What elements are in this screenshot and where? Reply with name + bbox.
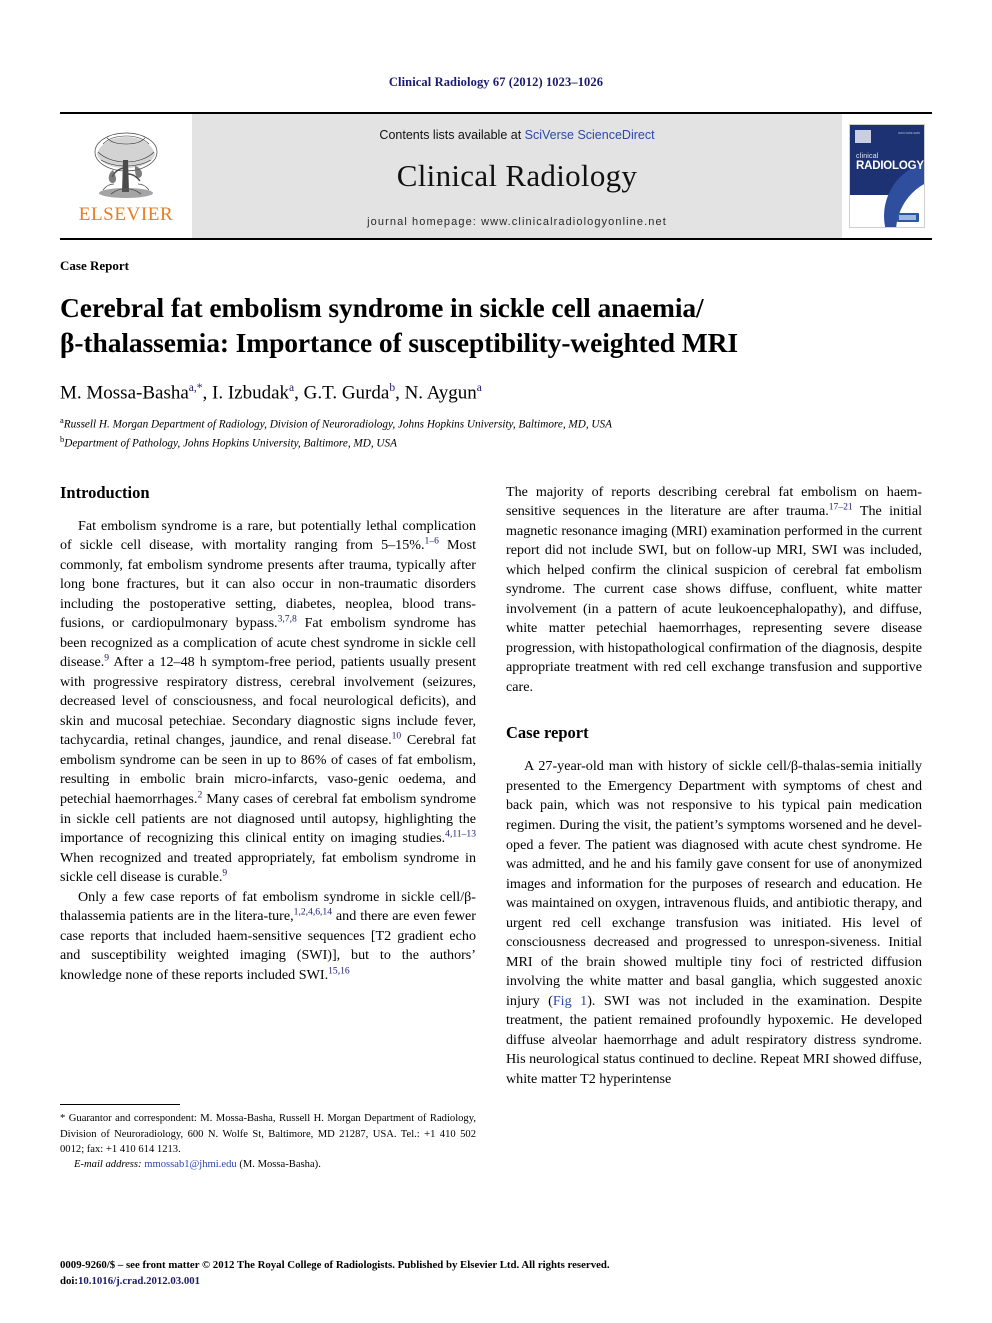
citation-ref[interactable]: 1–6 <box>425 536 439 547</box>
doi-label: doi: <box>60 1274 78 1287</box>
right-column: The majority of reports describing cereb… <box>506 483 922 1173</box>
citation-ref[interactable]: 1,2,4,6,14 <box>294 906 332 917</box>
cover-issue-text: ISSN 0009-9260 <box>897 131 920 135</box>
title-line-2: β-thalassemia: Importance of susceptibil… <box>60 327 738 359</box>
title-line-1: Cerebral fat embolism syndrome in sickle… <box>60 292 704 323</box>
author-marks: a,* <box>188 382 203 395</box>
paragraph-intro-3: The majority of reports describing cereb… <box>506 483 922 698</box>
text-run: A 27-year-old man with history of sickle… <box>506 758 922 1009</box>
page-title: Cerebral fat embolism syndrome in sickle… <box>60 290 932 360</box>
author-list: M. Mossa-Bashaa,*, I. Izbudaka, G.T. Gur… <box>60 382 482 404</box>
contents-available-line: Contents lists available at SciVerse Sci… <box>379 128 654 142</box>
author-marks: a <box>476 382 482 395</box>
author-marks: b <box>389 382 396 395</box>
citation-ref[interactable]: 15,16 <box>328 965 350 976</box>
elsevier-logo: ELSEVIER <box>60 114 192 238</box>
footnote-body: Guarantor and correspondent: M. Mossa-Ba… <box>60 1113 476 1156</box>
citation-ref[interactable]: 9 <box>222 867 227 878</box>
journal-title: Clinical Radiology <box>396 158 638 193</box>
author-name[interactable]: G.T. Gurda <box>304 383 390 404</box>
citation-ref[interactable]: 10 <box>392 731 402 742</box>
email-address-suffix: (M. Mossa-Basha). <box>236 1159 321 1171</box>
journal-masthead: ELSEVIER Contents lists available at Sci… <box>60 112 932 240</box>
text-run: When recognized and treated appropriatel… <box>60 849 476 886</box>
text-run: Fat embolism syndrome is a rare, but pot… <box>60 517 476 554</box>
cover-image: ISSN 0009-9260 clinical RADIOLOGY <box>849 124 925 228</box>
article-body: Introduction Fat embolism syndrome is a … <box>60 483 932 1173</box>
paragraph-intro-2: Only a few case reports of fat embolism … <box>60 888 476 986</box>
running-head: Clinical Radiology 67 (2012) 1023–1026 <box>388 75 604 89</box>
contents-prefix: Contents lists available at <box>379 128 525 142</box>
paragraph-intro-1: Fat embolism syndrome is a rare, but pot… <box>60 517 476 888</box>
left-column: Introduction Fat embolism syndrome is a … <box>60 483 476 1173</box>
footnote-correspondence-text: * Guarantor and correspondent: M. Mossa-… <box>60 1111 476 1157</box>
citation-ref[interactable]: 17–21 <box>829 502 853 513</box>
section-heading-introduction: Introduction <box>60 482 150 502</box>
affiliation-item: aRussell H. Morgan Department of Radiolo… <box>60 414 932 434</box>
email-address-value[interactable]: mmossab1@jhmi.edu <box>144 1159 236 1170</box>
author-name[interactable]: N. Aygun <box>405 383 477 404</box>
cover-rcr-logo-icon <box>855 130 871 143</box>
paragraph-case-1: A 27-year-old man with history of sickle… <box>506 757 922 1089</box>
author-marks: a <box>289 382 295 395</box>
doi-value[interactable]: 10.1016/j.crad.2012.03.001 <box>78 1275 200 1287</box>
article-type-label: Case Report <box>60 258 129 273</box>
cover-title-line2: RADIOLOGY <box>856 160 924 172</box>
citation-ref[interactable]: 4,11–13 <box>445 828 476 839</box>
footnote-email-line: E-mail address: mmossab1@jhmi.edu (M. Mo… <box>60 1157 476 1172</box>
doi-line: doi:10.1016/j.crad.2012.03.001 <box>60 1273 940 1289</box>
citation-ref[interactable]: 3,7,8 <box>278 614 297 625</box>
email-address-label: E-mail address: <box>74 1159 142 1171</box>
elsevier-wordmark: ELSEVIER <box>78 203 174 225</box>
copyright-block: 0009-9260/$ – see front matter © 2012 Th… <box>60 1257 940 1289</box>
journal-banner: Contents lists available at SciVerse Sci… <box>192 114 842 238</box>
author-name[interactable]: M. Mossa-Basha <box>60 383 189 404</box>
affiliation-item: bDepartment of Pathology, Johns Hopkins … <box>60 433 932 453</box>
cover-publisher-badge-icon <box>897 213 919 222</box>
affiliation-list: aRussell H. Morgan Department of Radiolo… <box>60 414 932 453</box>
figure-1-link[interactable]: Fig 1 <box>553 993 587 1009</box>
affiliation-text: Russell H. Morgan Department of Radiolog… <box>63 418 612 431</box>
text-run: The initial magnetic resonance imaging (… <box>506 503 922 695</box>
footnote-divider <box>60 1104 180 1106</box>
sciencedirect-link[interactable]: SciVerse ScienceDirect <box>525 128 655 142</box>
author-name[interactable]: I. Izbudak <box>212 383 289 404</box>
journal-homepage-link[interactable]: journal homepage: www.clinicalradiologyo… <box>367 216 667 228</box>
paper-page: Clinical Radiology 67 (2012) 1023–1026 E… <box>0 0 992 1323</box>
correspondence-footnote: * Guarantor and correspondent: M. Mossa-… <box>60 1104 476 1172</box>
elsevier-tree-icon <box>94 132 158 198</box>
journal-cover-thumbnail: ISSN 0009-9260 clinical RADIOLOGY <box>842 114 932 238</box>
copyright-line: 0009-9260/$ – see front matter © 2012 Th… <box>60 1258 610 1271</box>
cover-title-line1: clinical <box>856 153 879 160</box>
section-heading-case-report: Case report <box>506 723 589 743</box>
affiliation-text: Department of Pathology, Johns Hopkins U… <box>64 437 397 450</box>
